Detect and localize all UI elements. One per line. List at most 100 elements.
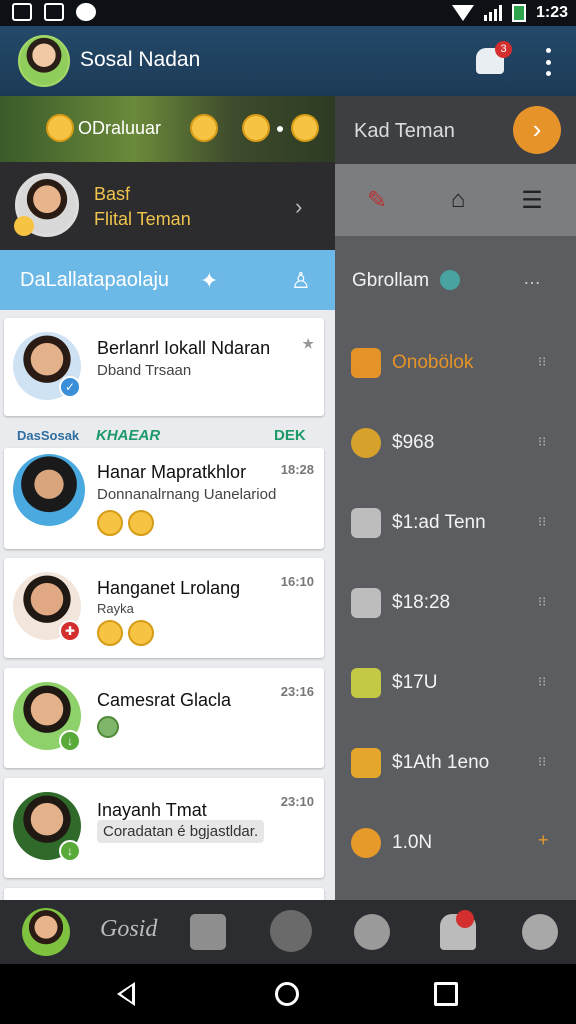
notification-badge (456, 910, 474, 928)
emoji-icon (128, 620, 154, 646)
app-logo[interactable]: Gosid (100, 916, 157, 952)
status-badge (440, 270, 460, 290)
accessibility-icon[interactable]: ✦ (200, 268, 218, 294)
list-item[interactable] (4, 888, 324, 900)
emoji-icon (128, 510, 154, 536)
battery-icon (511, 4, 526, 22)
drag-icon[interactable]: ⁝⁝ (538, 674, 546, 690)
status-time: 1:23 (535, 4, 568, 21)
list-item[interactable]: ✚ Hanganet Lrolang Rayka 16:10 (4, 558, 324, 658)
app-title: Sosal Nadan (80, 48, 201, 71)
emoji-icon (190, 114, 218, 142)
item-name: Hanganet Lrolang (97, 578, 241, 598)
emoji-icon (97, 620, 123, 646)
profile-icon[interactable] (522, 914, 558, 950)
feed-list: ✓ Berlanrl Iokall Ndaran Dband Trsaan ★ … (0, 310, 335, 900)
item-name: Berlanrl Iokall Ndaran (97, 338, 271, 358)
item-time: 16:10 (280, 574, 314, 589)
puzzle-icon (351, 828, 381, 858)
profile-badge-icon (14, 216, 34, 236)
hand-icon (351, 508, 381, 538)
more-icon[interactable]: … (523, 268, 541, 289)
drawer-item[interactable]: 1.0N + (335, 822, 576, 866)
item-subtitle: Rayka (97, 601, 134, 616)
list-icon[interactable]: ☰ (517, 186, 547, 216)
chat-icon[interactable] (190, 914, 226, 950)
app-bar-avatar[interactable] (18, 35, 70, 87)
gallery-icon (44, 3, 64, 21)
add-icon[interactable]: + (538, 830, 549, 851)
coin-icon (351, 428, 381, 458)
drag-icon[interactable]: ⁝⁝ (538, 514, 546, 530)
drawer-header: Kad Teman › (335, 96, 576, 164)
emoji-banner[interactable]: ODraluuar (0, 96, 335, 162)
drag-icon[interactable]: ⁝⁝ (538, 754, 546, 770)
drag-icon[interactable]: ⁝⁝ (538, 594, 546, 610)
back-icon[interactable] (117, 982, 135, 1006)
sticker-icon (97, 716, 119, 738)
overflow-menu-icon[interactable] (536, 48, 560, 76)
badge-icon: ✓ (59, 376, 81, 398)
house-icon (351, 588, 381, 618)
tab-bar[interactable]: DaLallatapaolaju ✦ ♙ (0, 250, 335, 310)
side-drawer: Kad Teman › ✎ ⌂ ☰ Gbrollam … Onobölok ⁝⁝… (335, 96, 576, 900)
ticket-icon (351, 748, 381, 778)
home-button-icon[interactable] (275, 982, 299, 1006)
arrow-right-icon[interactable]: › (513, 106, 561, 154)
star-icon[interactable]: ★ (302, 336, 314, 352)
home-icon[interactable]: ⌂ (443, 186, 473, 216)
list-item[interactable]: ✓ Berlanrl Iokall Ndaran Dband Trsaan ★ (4, 318, 324, 416)
person-icon[interactable]: ♙ (291, 268, 311, 294)
item-time: 23:10 (280, 794, 314, 809)
drawer-item-label: Onobölok (392, 352, 474, 373)
separator-dot (277, 126, 283, 132)
drawer-item-label: 1.0N (392, 832, 433, 853)
badge-icon: ↓ (59, 730, 81, 752)
profile-row[interactable]: Basf Flital Teman › (0, 162, 335, 250)
emoji-icon (291, 114, 319, 142)
recents-icon[interactable] (434, 982, 458, 1006)
section-header: DasSosak KHAEAR DEK (0, 425, 335, 447)
drawer-item[interactable]: $18:28 ⁝⁝ (335, 582, 576, 626)
item-time: 23:16 (280, 684, 314, 699)
camera-icon (12, 3, 32, 21)
pencil-icon[interactable]: ✎ (362, 186, 392, 216)
item-subtitle: Dband Trsaan (97, 362, 192, 379)
drawer-item[interactable]: $1:ad Tenn ⁝⁝ (335, 502, 576, 546)
drawer-item[interactable]: $968 ⁝⁝ (335, 422, 576, 466)
bottom-nav: Gosid (0, 900, 576, 964)
list-item[interactable]: Hanar Mapratkhlor Donnanalrnang Uanelari… (4, 448, 324, 549)
drawer-item[interactable]: $1Ath 1eno ⁝⁝ (335, 742, 576, 786)
section-left: DasSosak (17, 428, 80, 443)
avatar[interactable] (22, 908, 70, 956)
drag-icon[interactable]: ⁝⁝ (538, 354, 546, 370)
item-name: Hanar Mapratkhlor (97, 462, 247, 482)
app-bar: Sosal Nadan 3 (0, 26, 576, 96)
wifi-icon (451, 5, 474, 21)
circle-icon[interactable] (270, 910, 312, 952)
list-item[interactable]: ↓ Camesrat Glacla 23:16 (4, 668, 324, 768)
drawer-item-label: $1:ad Tenn (392, 512, 486, 533)
item-name: Camesrat Glacla (97, 690, 232, 710)
drawer-item-label: $1Ath 1eno (392, 752, 490, 773)
status-bar: 1:23 (0, 0, 576, 26)
banner-text: ODraluuar (78, 118, 162, 138)
chat-bubble-icon (76, 3, 96, 21)
tab-label: DaLallatapaolaju (20, 269, 170, 291)
chart-icon (351, 668, 381, 698)
drawer-icon-bar: ✎ ⌂ ☰ (335, 164, 576, 236)
drawer-item[interactable]: Onobölok ⁝⁝ (335, 342, 576, 386)
list-item[interactable]: ↓ Inayanh Tmat 23:10 Coradatan é bgjastl… (4, 778, 324, 878)
drag-icon[interactable]: ⁝⁝ (538, 434, 546, 450)
profile-subtitle: Flital Teman (94, 209, 191, 229)
section-middle: KHAEAR (96, 427, 161, 444)
emoji-icon (46, 114, 74, 142)
emoji-icon (242, 114, 270, 142)
emoji-icon (97, 510, 123, 536)
section-right: DEK (274, 427, 306, 444)
user-icon[interactable] (354, 914, 390, 950)
drawer-title: Kad Teman (354, 120, 455, 142)
badge-icon: ↓ (59, 840, 81, 862)
drawer-item[interactable]: $17U ⁝⁝ (335, 662, 576, 706)
drawer-item-label: $18:28 (392, 592, 451, 613)
